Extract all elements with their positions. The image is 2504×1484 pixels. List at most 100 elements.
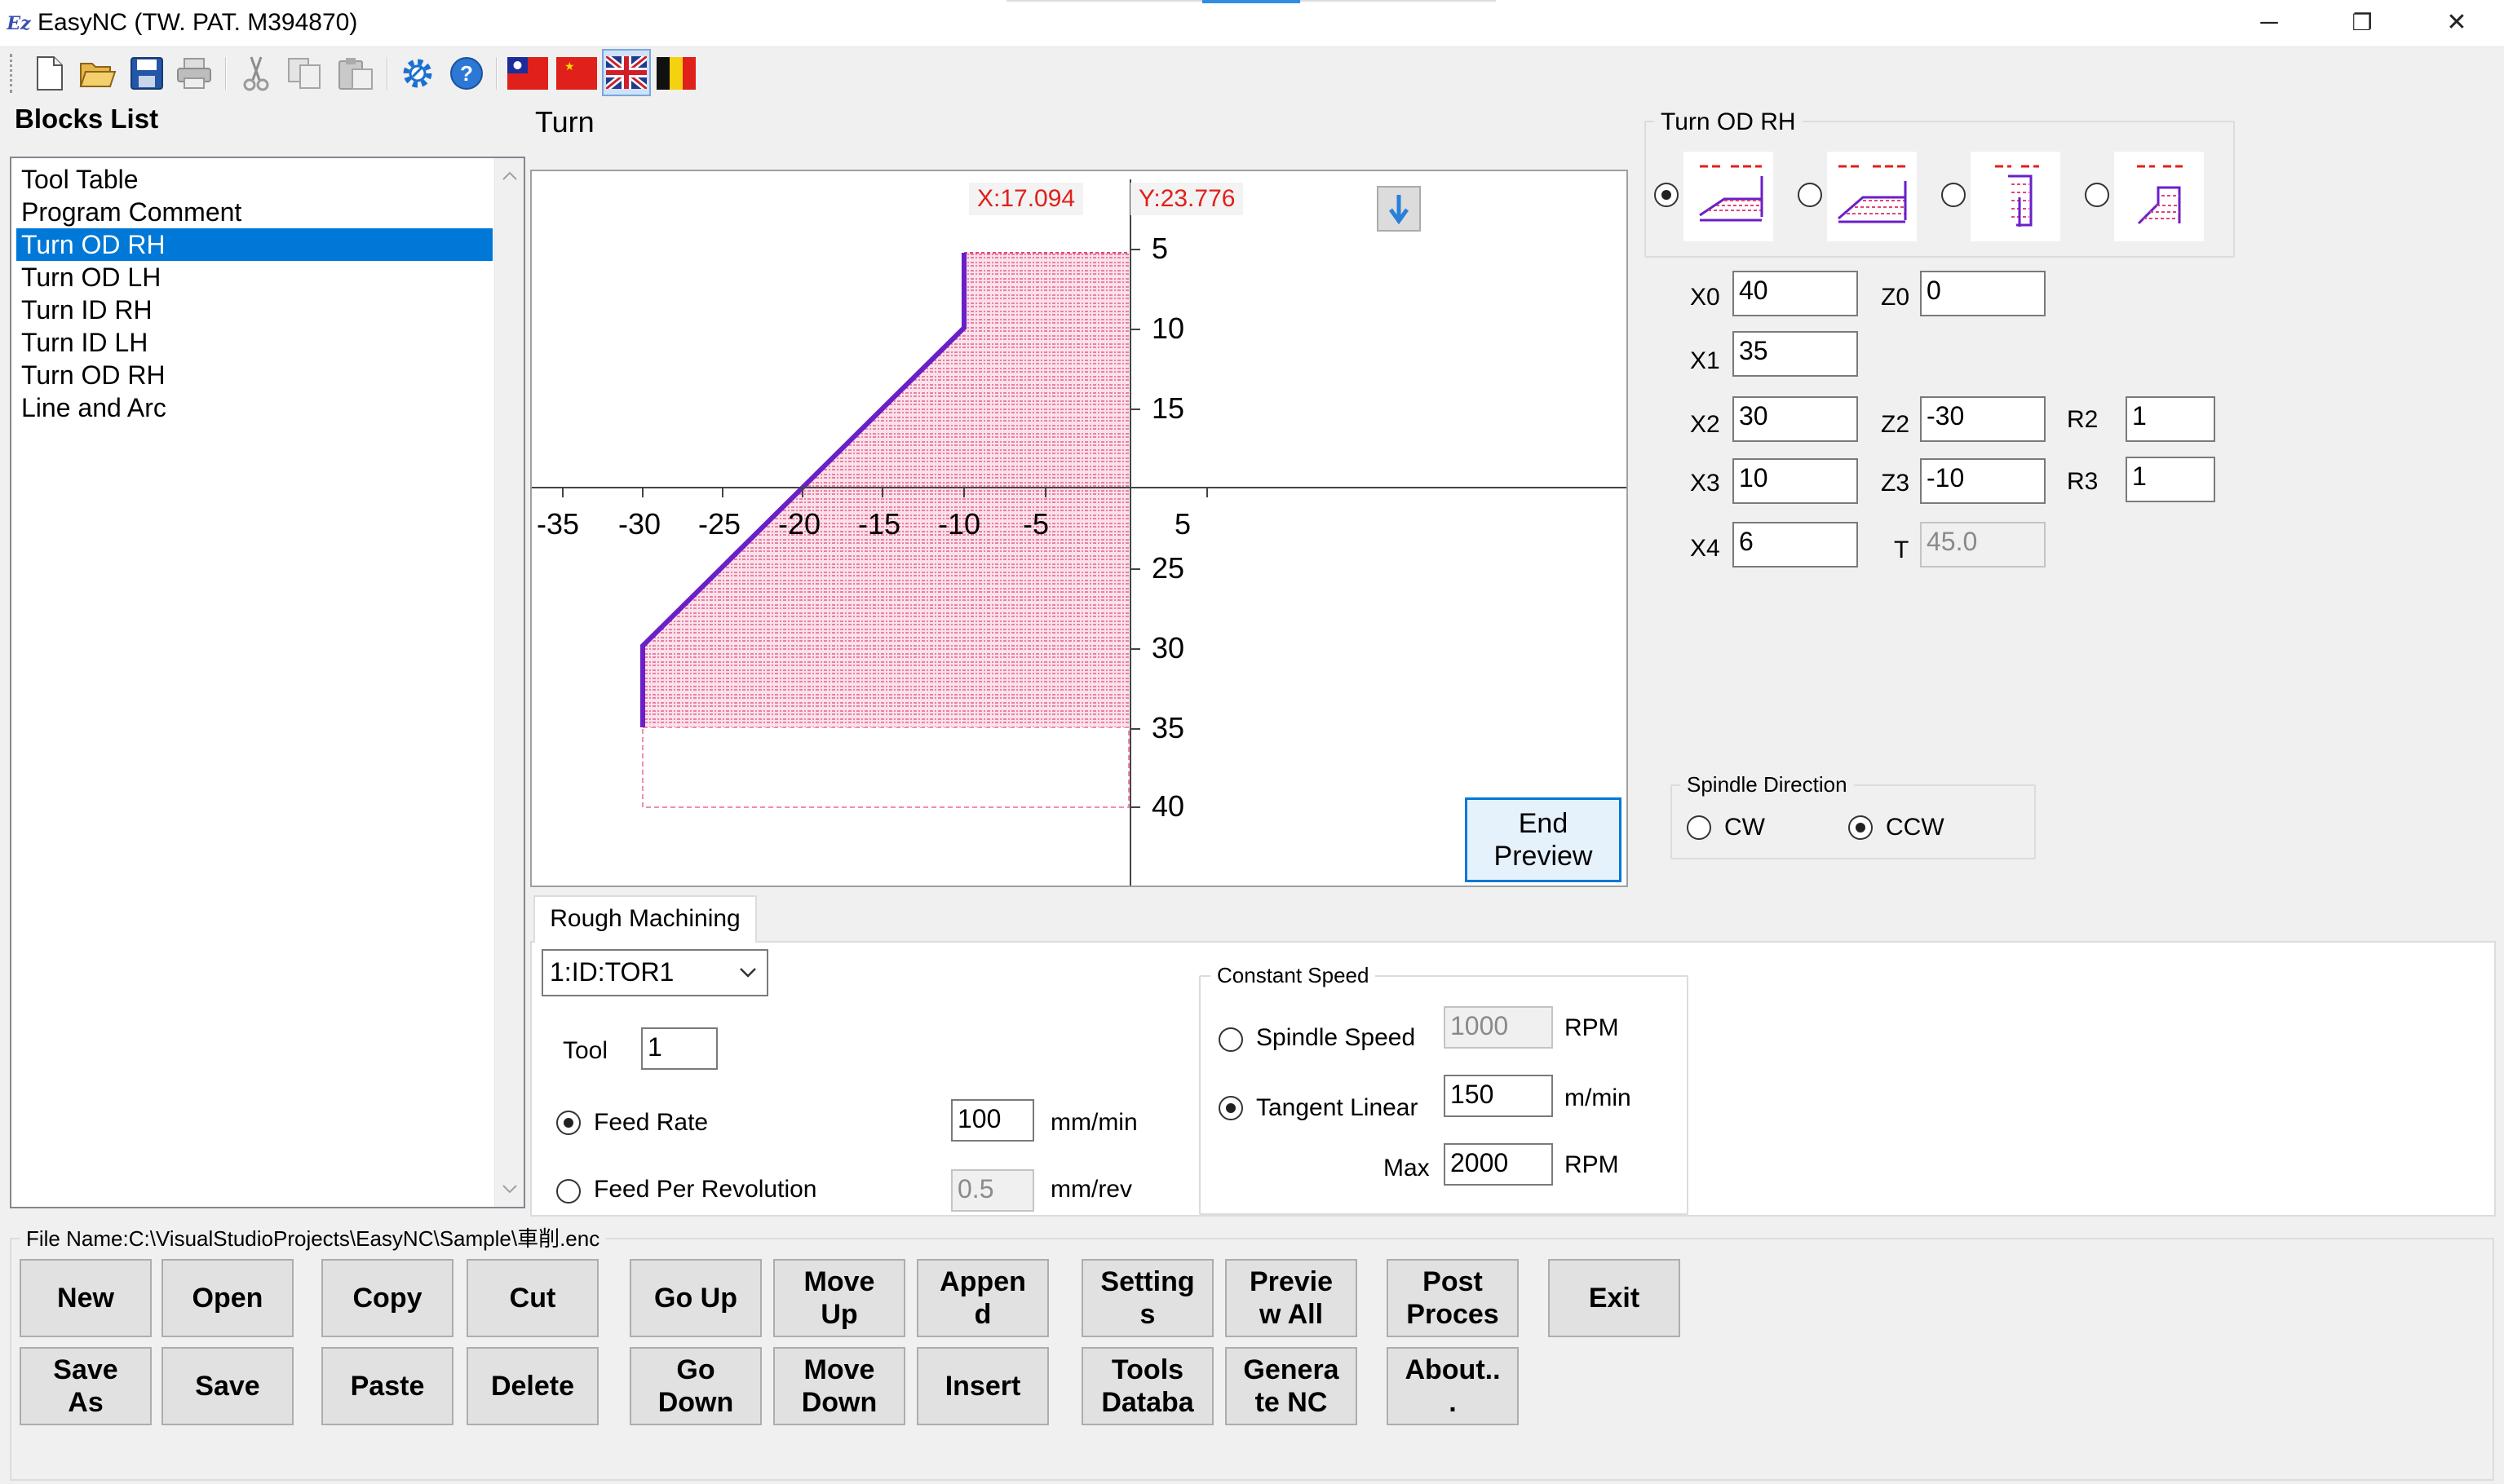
insert-button[interactable]: Insert	[917, 1347, 1049, 1425]
go-up-button[interactable]: Go Up	[630, 1259, 762, 1337]
move-down-button[interactable]: Move Down	[773, 1347, 905, 1425]
about-button[interactable]: About.. .	[1387, 1347, 1519, 1425]
window-minimize-button[interactable]: ─	[2232, 0, 2307, 46]
paste-button[interactable]: Paste	[321, 1347, 453, 1425]
help-icon[interactable]: ?	[447, 54, 486, 93]
shape-face-icon[interactable]	[1971, 152, 2060, 241]
x1-input[interactable]: 35	[1732, 331, 1858, 377]
cursor-y-readout: Y:23.776	[1130, 183, 1244, 215]
scroll-down-icon[interactable]	[502, 1184, 518, 1195]
list-item-line-and-arc[interactable]: Line and Arc	[16, 391, 493, 424]
x-tick-label: -30	[618, 507, 661, 541]
tangent-linear-radio[interactable]	[1219, 1096, 1243, 1120]
list-item-tool-table[interactable]: Tool Table	[16, 163, 493, 196]
open-folder-icon[interactable]	[78, 54, 117, 93]
t-angle-input[interactable]: 45.0	[1920, 522, 2046, 568]
feed-rate-input[interactable]: 100	[951, 1099, 1034, 1142]
open-button[interactable]: Open	[161, 1259, 294, 1337]
window-restore-button[interactable]: ❐	[2325, 0, 2400, 46]
z0-input[interactable]: 0	[1920, 271, 2046, 316]
shape-step-icon[interactable]	[2114, 152, 2204, 241]
save-as-button[interactable]: Save As	[20, 1347, 152, 1425]
z3-label: Z3	[1881, 470, 1910, 497]
shape-option-1-radio[interactable]	[1654, 183, 1679, 207]
x1-label: X1	[1690, 347, 1720, 374]
cut-icon[interactable]	[237, 54, 276, 93]
flag-taiwan-icon[interactable]	[506, 54, 550, 93]
delete-button[interactable]: Delete	[467, 1347, 599, 1425]
list-item-turn-id-rh[interactable]: Turn ID RH	[16, 294, 493, 326]
save-button[interactable]: Save	[161, 1347, 294, 1425]
preview-all-button[interactable]: Previe w All	[1225, 1259, 1357, 1337]
toolpath-preview[interactable]: -35 -30 -25 -20 -15 -10 -5 5 5 10 15 25 …	[530, 170, 1628, 887]
taskbar-indicator	[1202, 0, 1300, 3]
exit-button[interactable]: Exit	[1548, 1259, 1680, 1337]
spindle-speed-input[interactable]: 1000	[1444, 1006, 1553, 1049]
tools-database-button[interactable]: Tools Databa	[1082, 1347, 1214, 1425]
feed-rate-radio[interactable]	[556, 1111, 581, 1135]
go-down-button[interactable]: Go Down	[630, 1347, 762, 1425]
copy-button[interactable]: Copy	[321, 1259, 453, 1337]
feed-per-revolution-radio[interactable]	[556, 1179, 581, 1204]
flag-uk-icon[interactable]	[602, 49, 651, 96]
list-item-turn-id-lh[interactable]: Turn ID LH	[16, 326, 493, 359]
feed-per-revolution-input[interactable]: 0.5	[951, 1169, 1034, 1212]
flag-china-icon[interactable]: ★	[555, 54, 599, 93]
x3-input[interactable]: 10	[1732, 458, 1858, 504]
x2-input[interactable]: 30	[1732, 396, 1858, 442]
flag-belgium-icon[interactable]	[654, 54, 698, 93]
spindle-ccw-radio[interactable]	[1848, 815, 1873, 840]
settings-gear-icon[interactable]	[398, 54, 437, 93]
tool-select-dropdown[interactable]: 1:ID:TOR1	[542, 949, 768, 996]
copy-icon[interactable]	[285, 54, 325, 93]
toolbar	[0, 47, 2504, 101]
tangent-linear-input[interactable]: 150	[1444, 1075, 1553, 1117]
max-speed-input[interactable]: 2000	[1444, 1143, 1553, 1186]
z0-label: Z0	[1881, 284, 1910, 311]
list-scrollbar[interactable]	[494, 158, 524, 1207]
shape-option-2-radio[interactable]	[1798, 183, 1822, 207]
max-speed-unit: RPM	[1564, 1151, 1619, 1178]
generate-nc-button[interactable]: Genera te NC	[1225, 1347, 1357, 1425]
blocks-list[interactable]: Tool Table Program Comment Turn OD RH Tu…	[10, 157, 525, 1208]
max-speed-label: Max	[1383, 1155, 1430, 1181]
z2-input[interactable]: -30	[1920, 396, 2046, 442]
shape-od-right-icon[interactable]	[1683, 152, 1773, 241]
tab-rough-machining[interactable]: Rough Machining	[533, 895, 757, 943]
spindle-speed-radio[interactable]	[1219, 1027, 1243, 1052]
x0-input[interactable]: 40	[1732, 271, 1858, 316]
new-file-icon[interactable]	[29, 54, 69, 93]
y-axis-ticks	[1130, 249, 1140, 808]
x-tick-label: -25	[698, 507, 741, 541]
window-close-button[interactable]: ✕	[2419, 0, 2494, 46]
window-title: EasyNC (TW. PAT. M394870)	[38, 9, 358, 36]
r2-input[interactable]: 1	[2126, 396, 2215, 442]
shape-option-3-radio[interactable]	[1941, 183, 1966, 207]
feed-rate-unit: mm/min	[1051, 1109, 1138, 1136]
post-process-button[interactable]: Post Proces	[1387, 1259, 1519, 1337]
cut-button[interactable]: Cut	[467, 1259, 599, 1337]
tool-number-input[interactable]: 1	[641, 1027, 718, 1070]
move-up-button[interactable]: Move Up	[773, 1259, 905, 1337]
shape-od-left-icon[interactable]	[1827, 152, 1917, 241]
spindle-cw-radio[interactable]	[1687, 815, 1711, 840]
z3-input[interactable]: -10	[1920, 458, 2046, 504]
list-item-turn-od-rh[interactable]: Turn OD RH	[16, 359, 493, 391]
save-disk-icon[interactable]	[127, 54, 166, 93]
end-preview-button[interactable]: End Preview	[1465, 797, 1621, 882]
print-icon[interactable]	[175, 54, 214, 93]
svg-text:★: ★	[564, 60, 575, 73]
list-item-program-comment[interactable]: Program Comment	[16, 196, 493, 228]
append-button[interactable]: Appen d	[917, 1259, 1049, 1337]
paste-icon[interactable]	[336, 54, 375, 93]
list-item-turn-od-lh[interactable]: Turn OD LH	[16, 261, 493, 294]
new-button[interactable]: New	[20, 1259, 152, 1337]
x4-input[interactable]: 6	[1732, 522, 1858, 568]
list-item-turn-od-rh-selected[interactable]: Turn OD RH	[16, 228, 493, 261]
shape-option-4-radio[interactable]	[2085, 183, 2109, 207]
r3-input[interactable]: 1	[2126, 457, 2215, 502]
x2-label: X2	[1690, 411, 1720, 438]
scroll-up-icon[interactable]	[502, 170, 518, 181]
settings-button[interactable]: Setting s	[1082, 1259, 1214, 1337]
scroll-down-view-button[interactable]	[1377, 186, 1421, 232]
